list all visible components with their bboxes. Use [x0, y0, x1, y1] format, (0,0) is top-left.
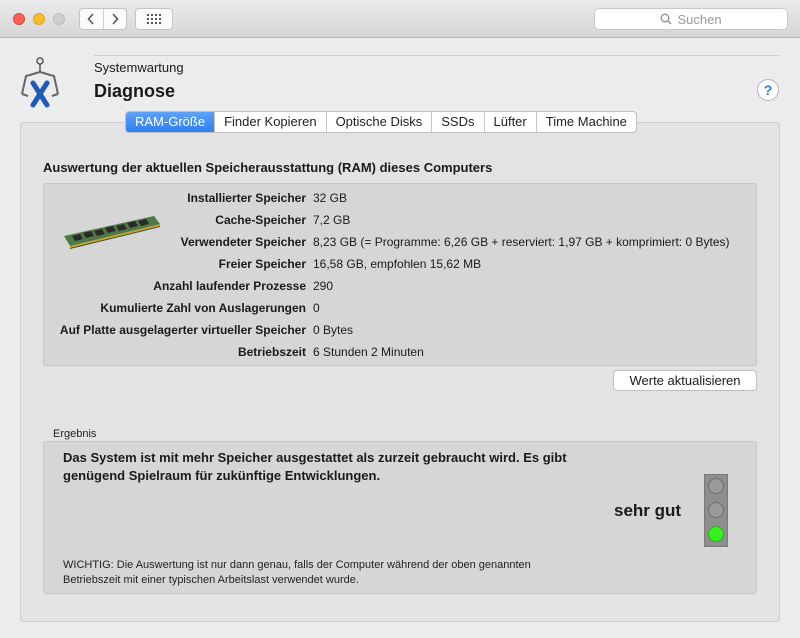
chevron-left-icon [87, 13, 94, 25]
refresh-values-button[interactable]: Werte aktualisieren [613, 370, 757, 391]
zoom-window-button[interactable] [53, 13, 65, 25]
help-icon: ? [763, 82, 773, 98]
show-all-button[interactable] [135, 8, 173, 30]
search-input[interactable]: Suchen [594, 8, 788, 30]
rating-label: sehr gut [614, 501, 682, 520]
row-value: 16,58 GB, empfohlen 15,62 MB [313, 257, 482, 271]
result-note: WICHTIG: Die Auswertung ist nur dann gen… [63, 559, 531, 586]
close-window-button[interactable] [13, 13, 25, 25]
result-group-label: Ergebnis [53, 428, 97, 440]
traffic-light-yellow-lamp [708, 502, 724, 518]
traffic-light-green-lamp [708, 526, 724, 542]
tab-ssds[interactable]: SSDs [431, 112, 483, 132]
row-label: Auf Platte ausgelagerter virtueller Spei… [59, 323, 306, 337]
row-value: 7,2 GB [313, 213, 351, 227]
row-label: Anzahl laufender Prozesse [153, 279, 306, 293]
tab-luefter[interactable]: Lüfter [483, 112, 536, 132]
back-button[interactable] [80, 9, 103, 29]
row-value: 290 [313, 279, 334, 293]
search-icon [661, 13, 672, 25]
section-title: Auswertung der aktuellen Speicherausstat… [43, 160, 493, 175]
forward-button[interactable] [102, 9, 127, 29]
help-button[interactable]: ? [757, 79, 779, 101]
memory-row: Anzahl laufender Prozesse 290 [0, 277, 800, 295]
header-divider [94, 55, 780, 56]
tab-optische-disks[interactable]: Optische Disks [325, 112, 432, 132]
page-title: Diagnose [94, 81, 176, 101]
minimize-window-button[interactable] [33, 13, 45, 25]
row-value: 0 Bytes [313, 323, 354, 337]
systemwartung-logo-icon [18, 52, 66, 108]
result-text: Das System ist mit mehr Speicher ausgest… [63, 450, 567, 483]
navigation-buttons [79, 8, 127, 30]
row-label: Kumulierte Zahl von Auslagerungen [100, 301, 306, 315]
memory-row: Installierter Speicher 32 GB [0, 189, 800, 207]
tab-finder-kopieren[interactable]: Finder Kopieren [214, 112, 326, 132]
memory-row: Kumulierte Zahl von Auslagerungen 0 [0, 299, 800, 317]
memory-row: Betriebszeit 6 Stunden 2 Minuten [0, 343, 800, 361]
memory-row: Auf Platte ausgelagerter virtueller Spei… [0, 321, 800, 339]
tab-ram-groesse[interactable]: RAM-Größe [126, 112, 215, 132]
row-label: Verwendeter Speicher [180, 235, 306, 249]
row-label: Freier Speicher [218, 257, 306, 271]
row-label: Cache-Speicher [215, 213, 306, 227]
window-titlebar: Suchen [0, 0, 800, 38]
row-value: 8,23 GB (= Programme: 6,26 GB + reservie… [313, 235, 730, 249]
row-value: 32 GB [313, 191, 348, 205]
grid-icon [147, 14, 161, 24]
search-placeholder: Suchen [677, 11, 722, 27]
memory-row: Freier Speicher 16,58 GB, empfohlen 15,6… [0, 255, 800, 273]
chevron-right-icon [112, 13, 119, 25]
memory-row: Verwendeter Speicher 8,23 GB (= Programm… [0, 233, 800, 251]
row-value: 6 Stunden 2 Minuten [313, 345, 424, 359]
row-label: Installierter Speicher [187, 191, 306, 205]
pane-subtitle: Systemwartung [94, 60, 184, 75]
traffic-light-red-lamp [708, 478, 724, 494]
traffic-light-icon [704, 474, 728, 547]
tab-time-machine[interactable]: Time Machine [535, 112, 636, 132]
row-value: 0 [313, 301, 320, 315]
row-label: Betriebszeit [237, 345, 306, 359]
tab-bar: RAM-Größe Finder Kopieren Optische Disks… [125, 111, 637, 133]
memory-row: Cache-Speicher 7,2 GB [0, 211, 800, 229]
